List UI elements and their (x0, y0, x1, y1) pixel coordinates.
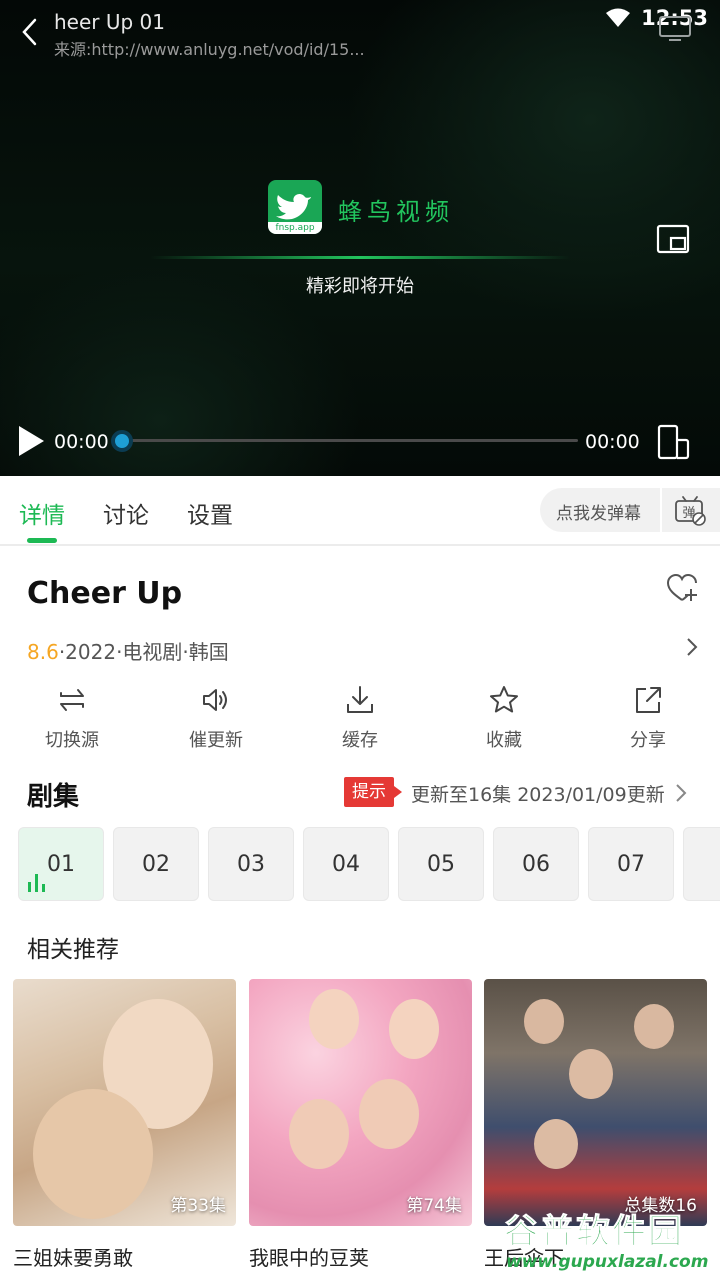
current-time: 00:00 (54, 431, 109, 453)
episode-number: 04 (332, 851, 360, 877)
rotate-screen-icon[interactable] (656, 424, 690, 460)
recommendation-title: 三姐妹要勇敢 (13, 1246, 133, 1270)
watermark-text: 谷普软件园 (504, 1212, 684, 1253)
episode-item[interactable]: 03 (208, 827, 294, 901)
bird-icon (276, 193, 311, 220)
danmu-toggle-icon[interactable]: 弹 (674, 494, 706, 526)
action-row: 切换源 催更新 缓存 收藏 分享 (0, 684, 720, 754)
episode-number: 06 (522, 851, 550, 877)
poster-image: 第74集 (249, 979, 472, 1226)
star-icon (490, 686, 518, 713)
episode-item[interactable]: 07 (588, 827, 674, 901)
back-button[interactable] (14, 14, 44, 50)
splash-divider (150, 256, 570, 259)
episode-list: 01 02 03 04 05 06 07 (18, 827, 720, 903)
video-player[interactable]: 12:53 heer Up 01 来源:http://www.anluyg.ne… (0, 0, 720, 476)
recommendation-card[interactable]: 第74集 我眼中的豆荚 (249, 979, 472, 1271)
picture-in-picture-icon[interactable] (656, 222, 690, 256)
cache-label: 缓存 (342, 730, 378, 751)
request-update-label: 催更新 (189, 730, 243, 751)
switch-source-label: 切换源 (45, 730, 99, 751)
episode-item[interactable]: 04 (303, 827, 389, 901)
tab-bar: 详情 讨论 设置 点我发弹幕 弹 (0, 476, 720, 546)
episode-number: 02 (142, 851, 170, 877)
status-bar: 12:53 (605, 6, 708, 30)
watermark-url: www.gupuxlazal.com (506, 1252, 709, 1272)
recommendations-heading: 相关推荐 (27, 937, 119, 963)
tip-badge: 提示 (344, 777, 402, 807)
video-source: 来源:http://www.anluyg.net/vod/id/15... (54, 40, 365, 59)
show-meta[interactable]: 8.6·2022·电视剧·韩国 (27, 636, 229, 665)
video-title: heer Up 01 (54, 10, 166, 34)
cache-button[interactable]: 缓存 (310, 684, 410, 752)
poster-figure (524, 999, 564, 1044)
episodes-update-info[interactable]: 更新至16集 2023/01/09更新 (411, 780, 665, 807)
chevron-right-icon[interactable] (684, 636, 700, 658)
tab-settings[interactable]: 设置 (187, 496, 233, 530)
tab-discussion[interactable]: 讨论 (103, 496, 149, 530)
episode-number: 07 (617, 851, 645, 877)
danmu-input[interactable]: 点我发弹幕 弹 (540, 488, 720, 532)
poster-figure (389, 999, 439, 1059)
switch-source-button[interactable]: 切换源 (22, 684, 122, 752)
poster-figure (309, 989, 359, 1049)
collect-label: 收藏 (486, 730, 522, 751)
share-label: 分享 (630, 730, 666, 751)
episode-number: 03 (237, 851, 265, 877)
heart-plus-icon[interactable] (665, 572, 699, 604)
episode-item[interactable]: 06 (493, 827, 579, 901)
recommendation-title: 我眼中的豆荚 (249, 1246, 369, 1270)
collect-button[interactable]: 收藏 (454, 684, 554, 752)
speaker-icon (203, 689, 227, 711)
total-time: 00:00 (585, 431, 640, 453)
app-name: 蜂鸟视频 (338, 198, 454, 226)
chevron-right-icon[interactable] (674, 782, 688, 804)
poster-figure (359, 1079, 419, 1149)
splash-message: 精彩即将开始 (306, 276, 414, 297)
app-logo-caption: fnsp.app (268, 222, 322, 234)
tab-active-indicator (27, 538, 57, 543)
poster-figure (634, 1004, 674, 1049)
meta-info: ·2022·电视剧·韩国 (58, 640, 229, 664)
share-button[interactable]: 分享 (598, 684, 698, 752)
playing-bars-icon (28, 874, 45, 892)
poster-figure (33, 1089, 153, 1219)
chevron-left-icon (22, 18, 37, 46)
poster-caption: 第33集 (170, 1196, 226, 1216)
episode-item[interactable]: 05 (398, 827, 484, 901)
share-icon (636, 687, 661, 713)
episode-item[interactable]: 02 (113, 827, 199, 901)
poster-figure (569, 1049, 613, 1099)
poster-image: 第33集 (13, 979, 236, 1226)
episodes-heading: 剧集 (27, 782, 80, 812)
score: 8.6 (27, 640, 59, 664)
show-title: Cheer Up (27, 576, 183, 611)
episode-number: 01 (47, 851, 75, 877)
site-watermark: 谷普软件园 www.gupuxlazal.com (500, 1204, 718, 1276)
play-icon[interactable] (16, 424, 46, 458)
download-icon (347, 686, 373, 713)
poster-caption: 第74集 (406, 1196, 462, 1216)
episode-item[interactable]: 01 (18, 827, 104, 901)
poster-figure (534, 1119, 578, 1169)
wifi-icon (606, 8, 631, 27)
seek-bar[interactable] (122, 439, 578, 442)
episode-item-partial[interactable] (683, 827, 720, 901)
poster-figure (289, 1099, 349, 1169)
switch-source-icon (60, 689, 84, 711)
danmu-divider (660, 488, 662, 532)
cast-icon[interactable] (658, 14, 692, 42)
tab-details[interactable]: 详情 (19, 496, 65, 530)
app-logo: fnsp.app (268, 180, 322, 234)
request-update-button[interactable]: 催更新 (166, 684, 266, 752)
danmu-placeholder: 点我发弹幕 (556, 504, 641, 524)
poster-image: 总集数16 (484, 979, 707, 1226)
recommendation-card[interactable]: 第33集 三姐妹要勇敢 (13, 979, 236, 1271)
episode-number: 05 (427, 851, 455, 877)
seek-thumb[interactable] (111, 430, 133, 452)
